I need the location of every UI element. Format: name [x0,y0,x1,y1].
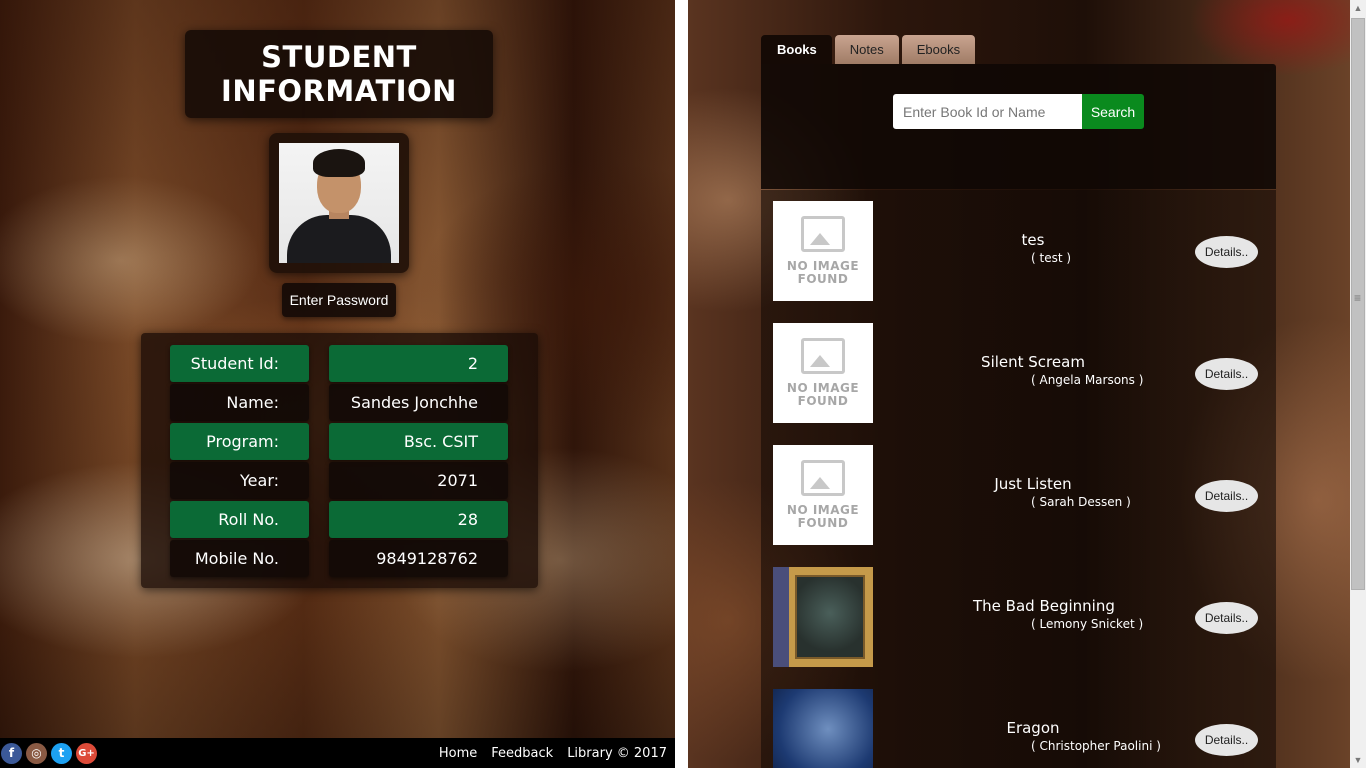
footer-nav: Home Feedback Library © 2017 [425,746,667,761]
book-cover: NO IMAGE FOUND [773,201,873,301]
book-title: Eragon [1006,719,1060,737]
book-cover [773,567,873,667]
no-image-text: FOUND [797,516,849,530]
info-label: Name: [170,384,309,421]
list-item: NO IMAGE FOUND tes ( test ) Details.. [773,201,1273,301]
search-button[interactable]: Search [1082,94,1144,129]
tab-books[interactable]: Books [761,35,832,64]
student-photo [279,143,399,263]
info-row-student-id: Student Id: 2 [170,345,508,382]
details-button[interactable]: Details.. [1195,358,1258,390]
info-value: 2 [329,345,508,382]
page-scrollbar[interactable]: ▲ ▼ [1350,0,1366,768]
list-item: NO IMAGE FOUND Silent Scream ( Angela Mar… [773,323,1273,423]
no-image-text: FOUND [797,394,849,408]
info-label: Roll No. [170,501,309,538]
no-image-placeholder: NO IMAGE FOUND [773,445,873,545]
google-plus-icon[interactable]: G+ [76,742,97,764]
list-item: NO IMAGE FOUND Just Listen ( Sarah Dessen… [773,445,1273,545]
info-label: Student Id: [170,345,309,382]
scrollbar-thumb[interactable] [1351,18,1365,590]
details-button[interactable]: Details.. [1195,236,1258,268]
book-author: ( Angela Marsons ) [1031,373,1144,387]
no-image-placeholder: NO IMAGE FOUND [773,201,873,301]
image-placeholder-icon [801,216,845,252]
book-cover-image [773,567,873,667]
book-title: Just Listen [994,475,1072,493]
image-placeholder-icon [801,338,845,374]
scroll-down-icon[interactable]: ▼ [1350,752,1366,768]
info-row-program: Program: Bsc. CSIT [170,423,508,460]
book-cover: NO IMAGE FOUND [773,445,873,545]
student-info-table: Student Id: 2 Name: Sandes Jonchhe Progr… [141,333,538,588]
info-value: Sandes Jonchhe [329,384,508,421]
list-item: Eragon ( Christopher Paolini ) Details.. [773,689,1273,768]
book-author: ( Christopher Paolini ) [1031,739,1161,753]
info-value: Bsc. CSIT [329,423,508,460]
book-title: tes [1021,231,1045,249]
student-photo-frame [269,133,409,273]
book-title: Silent Scream [981,353,1085,371]
footer-link-feedback[interactable]: Feedback [491,746,553,761]
no-image-placeholder: NO IMAGE FOUND [773,323,873,423]
footer-link-library[interactable]: Library © 2017 [567,746,667,761]
info-row-year: Year: 2071 [170,462,508,499]
scroll-up-icon[interactable]: ▲ [1350,0,1366,16]
book-author: ( Lemony Snicket ) [1031,617,1144,631]
info-label: Mobile No. [170,540,309,577]
page-title: STUDENT INFORMATION [185,30,493,118]
book-search-input[interactable] [893,94,1102,129]
twitter-icon[interactable]: t [51,742,72,764]
page-title-line2: INFORMATION [221,74,457,108]
list-item: The Bad Beginning ( Lemony Snicket ) Det… [773,567,1273,667]
facebook-icon[interactable]: f [1,742,22,764]
book-title: The Bad Beginning [973,597,1115,615]
info-row-roll-no: Roll No. 28 [170,501,508,538]
footer-link-home[interactable]: Home [439,746,477,761]
info-value: 28 [329,501,508,538]
book-list: NO IMAGE FOUND tes ( test ) Details.. NO … [761,190,1276,768]
no-image-text: NO IMAGE [786,503,860,517]
search-panel: Search [761,64,1276,189]
info-row-mobile-no: Mobile No. 9849128762 [170,540,508,577]
social-links: f ◎ t G+ [1,742,101,764]
book-cover: NO IMAGE FOUND [773,323,873,423]
info-label: Year: [170,462,309,499]
info-value: 9849128762 [329,540,508,577]
no-image-text: FOUND [797,272,849,286]
no-image-text: NO IMAGE [786,381,860,395]
info-row-name: Name: Sandes Jonchhe [170,384,508,421]
footer: f ◎ t G+ Home Feedback Library © 2017 [0,738,675,768]
details-button[interactable]: Details.. [1195,602,1258,634]
info-value: 2071 [329,462,508,499]
image-placeholder-icon [801,460,845,496]
student-info-pane: STUDENT INFORMATION Enter Password Stude… [0,0,675,768]
book-cover-image [773,689,873,768]
library-tabs: Books Notes Ebooks [761,35,978,64]
library-pane: Books Notes Ebooks Search NO IMAGEFOUND … [688,0,1350,768]
enter-password-button[interactable]: Enter Password [282,283,396,317]
no-image-text: NO IMAGE [786,259,860,273]
details-button[interactable]: Details.. [1195,480,1258,512]
details-button[interactable]: Details.. [1195,724,1258,756]
page-title-line1: STUDENT [261,40,417,74]
book-author: ( test ) [1031,251,1072,265]
book-cover [773,689,873,768]
info-label: Program: [170,423,309,460]
book-author: ( Sarah Dessen ) [1031,495,1131,509]
instagram-icon[interactable]: ◎ [26,742,47,764]
tab-ebooks[interactable]: Ebooks [901,35,976,64]
pane-divider [675,0,688,768]
tab-notes[interactable]: Notes [834,35,899,64]
